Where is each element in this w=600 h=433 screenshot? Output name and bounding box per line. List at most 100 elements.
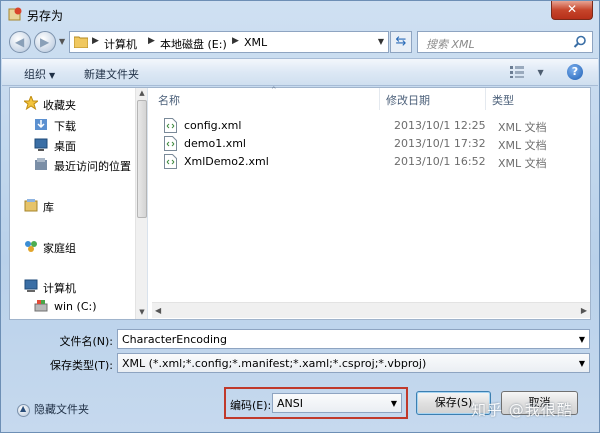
computer-icon (24, 279, 38, 292)
column-label: 名称 (158, 94, 180, 107)
new-folder-button[interactable]: 新建文件夹 (84, 66, 139, 82)
scroll-down-icon[interactable]: ▼ (137, 308, 147, 318)
back-button[interactable]: ◀ (9, 31, 31, 53)
view-grid-icon (510, 66, 524, 78)
browser-pane: 收藏夹 下载 桌面 最近访问的位置 库 家庭组 计算机 win (C:) ▲ ▼… (9, 86, 591, 320)
sidebar-item-label: 家庭组 (43, 242, 76, 255)
chevron-down-icon[interactable]: ▼ (391, 399, 397, 408)
search-icon[interactable] (573, 35, 587, 49)
refresh-button[interactable]: ⇆ (390, 31, 412, 53)
file-list: 名称 ⌃ 修改日期 类型 config.xml 2013/10/1 12:25 … (152, 86, 590, 319)
library-icon (24, 199, 38, 212)
favorites-star-icon (24, 96, 38, 110)
column-label: 修改日期 (386, 94, 430, 107)
breadcrumb-computer[interactable]: 计算机 (104, 36, 137, 52)
download-folder-icon (35, 119, 47, 130)
chevron-down-icon: ▼ (537, 68, 544, 77)
scroll-left-icon[interactable]: ◀ (155, 306, 161, 315)
encoding-label: 编码(E): (230, 399, 272, 412)
navigation-bar: ◀ ▶ ▼ ▶ 计算机 ▶ 本地磁盘 (E:) ▶ XML ▼ ⇆ 搜索 XML (1, 27, 599, 57)
save-dialog-icon (8, 7, 22, 21)
sidebar-item-label: 库 (43, 201, 54, 214)
folder-icon (74, 36, 88, 48)
sidebar-item-label: 收藏夹 (43, 99, 76, 112)
encoding-select[interactable]: ANSI ▼ (272, 393, 402, 413)
horizontal-scrollbar[interactable]: ◀ ▶ (152, 302, 590, 318)
encoding-highlight-box: 编码(E): ANSI ▼ (224, 387, 408, 419)
chevron-down-icon[interactable]: ▼ (378, 37, 384, 46)
file-row[interactable]: demo1.xml 2013/10/1 17:32 XML 文档 (160, 135, 580, 153)
search-box[interactable]: 搜索 XML (417, 31, 593, 53)
drive-icon (34, 300, 48, 312)
filetype-value: XML (*.xml;*.config;*.manifest;*.xaml;*.… (122, 357, 427, 370)
file-date: 2013/10/1 12:25 (394, 119, 486, 132)
chevron-down-icon[interactable]: ▼ (579, 359, 585, 368)
sort-up-icon: ⌃ (270, 86, 278, 96)
watermark: 知乎 @我很酷 (471, 401, 573, 419)
column-header-type[interactable]: 类型 (486, 88, 590, 110)
breadcrumb-separator: ▶ (148, 36, 155, 46)
sidebar-item-label: 下载 (54, 120, 76, 133)
file-type: XML 文档 (498, 121, 547, 134)
file-date: 2013/10/1 16:52 (394, 155, 486, 168)
file-type: XML 文档 (498, 157, 547, 170)
recent-places-icon (35, 158, 47, 170)
sidebar-item-label: win (C:) (54, 300, 97, 313)
breadcrumb-drive-e[interactable]: 本地磁盘 (E:) (160, 36, 227, 52)
xml-file-icon (164, 118, 177, 133)
filename-field[interactable]: CharacterEncoding ▼ (117, 329, 590, 349)
arrow-right-icon: ▶ (40, 35, 50, 49)
search-placeholder: 搜索 XML (426, 38, 475, 51)
view-options-button[interactable]: ▼ (510, 65, 544, 81)
address-bar[interactable]: ▶ 计算机 ▶ 本地磁盘 (E:) ▶ XML ▼ (69, 31, 389, 53)
column-label: 类型 (492, 94, 514, 107)
chevron-down-icon: ▼ (49, 71, 56, 80)
hide-folders-label: 隐藏文件夹 (34, 403, 89, 416)
xml-file-icon (164, 154, 177, 169)
column-header-name[interactable]: 名称 ⌃ (152, 86, 380, 110)
file-type: XML 文档 (498, 139, 547, 152)
navigation-pane: 收藏夹 下载 桌面 最近访问的位置 库 家庭组 计算机 win (C:) ▲ ▼ (10, 88, 147, 319)
pane-divider[interactable] (147, 88, 151, 319)
encoding-value: ANSI (277, 397, 303, 410)
save-as-dialog: 另存为 ✕ ◀ ▶ ▼ ▶ 计算机 ▶ 本地磁盘 (E:) ▶ XML ▼ ⇆ … (0, 0, 600, 433)
file-name: XmlDemo2.xml (184, 155, 269, 168)
column-header-date[interactable]: 修改日期 (380, 88, 486, 110)
close-button[interactable]: ✕ (551, 1, 593, 20)
filename-label: 文件名(N): (59, 335, 113, 348)
sidebar-scrollbar[interactable]: ▲ ▼ (135, 88, 147, 319)
file-row[interactable]: XmlDemo2.xml 2013/10/1 16:52 XML 文档 (160, 153, 580, 171)
organize-label: 组织 (24, 68, 46, 81)
organize-button[interactable]: 组织 ▼ (24, 66, 55, 82)
filetype-label: 保存类型(T): (49, 359, 113, 372)
chevron-down-icon[interactable]: ▼ (579, 335, 585, 344)
file-row[interactable]: config.xml 2013/10/1 12:25 XML 文档 (160, 117, 580, 135)
sidebar-item-label: 计算机 (43, 282, 76, 295)
file-date: 2013/10/1 17:32 (394, 137, 486, 150)
filetype-select[interactable]: XML (*.xml;*.config;*.manifest;*.xaml;*.… (117, 353, 590, 373)
recent-pages-dropdown[interactable]: ▼ (59, 37, 65, 46)
sidebar-item-label: 最近访问的位置 (54, 160, 131, 173)
xml-file-icon (164, 136, 177, 151)
breadcrumb-xml[interactable]: XML (244, 36, 267, 49)
title-bar: 另存为 ✕ (1, 1, 599, 27)
refresh-icon: ⇆ (395, 34, 407, 49)
forward-button[interactable]: ▶ (34, 31, 56, 53)
help-button[interactable]: ? (567, 64, 583, 80)
arrow-left-icon: ◀ (15, 35, 25, 49)
filename-value: CharacterEncoding (122, 333, 227, 346)
command-toolbar: 组织 ▼ 新建文件夹 ▼ ? (2, 58, 598, 86)
file-name: demo1.xml (184, 137, 246, 150)
breadcrumb-separator: ▶ (92, 36, 99, 46)
homegroup-icon (25, 241, 37, 252)
window-title: 另存为 (27, 9, 64, 23)
desktop-icon (34, 138, 48, 151)
collapse-up-icon (17, 403, 30, 417)
scrollbar-thumb[interactable] (137, 100, 147, 218)
sidebar-item-label: 桌面 (54, 140, 76, 153)
scroll-up-icon[interactable]: ▲ (137, 89, 147, 99)
file-name: config.xml (184, 119, 242, 132)
hide-folders-button[interactable]: 隐藏文件夹 (17, 401, 89, 417)
breadcrumb-separator: ▶ (232, 36, 239, 46)
scroll-right-icon[interactable]: ▶ (581, 306, 587, 315)
